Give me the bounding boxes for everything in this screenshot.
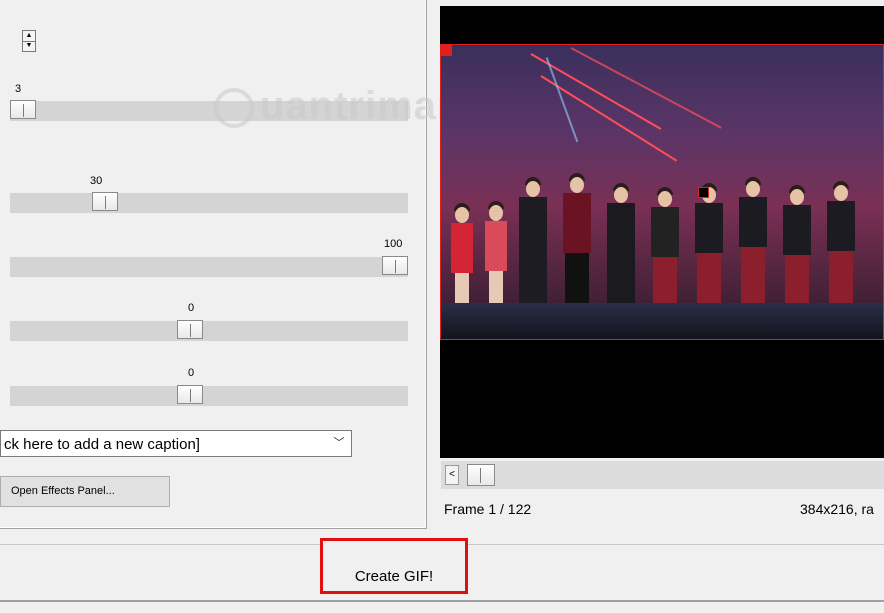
crop-handle-top-left[interactable] (441, 45, 452, 56)
scroll-left-icon[interactable]: < (445, 465, 459, 485)
performer-figure (733, 177, 773, 313)
performer-figure (481, 201, 511, 313)
lightbulb-icon (214, 88, 254, 129)
frame-counter: Frame 1 / 122 (444, 501, 532, 517)
window-bottom-border (0, 600, 884, 602)
slider-4-thumb[interactable] (177, 320, 203, 339)
video-frame-preview[interactable] (440, 44, 884, 340)
frame-scrollbar[interactable]: < (441, 461, 884, 489)
performer-figure (689, 183, 729, 313)
slider-2-track[interactable] (10, 192, 408, 213)
slider-5-thumb[interactable] (177, 385, 203, 404)
slider-1-value: 3 (15, 83, 22, 95)
performer-figure (557, 173, 597, 313)
slider-3-thumb[interactable] (382, 256, 408, 275)
slider-4-track[interactable] (10, 320, 408, 341)
stage-light-beam (540, 75, 678, 162)
slider-1-thumb[interactable] (10, 100, 36, 119)
performer-figure (447, 203, 477, 313)
caption-combobox[interactable]: ck here to add a new caption] ﹀ (0, 430, 352, 457)
dimensions-label: 384x216, ra (800, 501, 874, 517)
slider-5-value: 0 (188, 367, 195, 379)
performer-figure (645, 187, 685, 313)
gif-preview-pane (440, 6, 884, 458)
open-effects-panel-button[interactable]: Open Effects Panel... (0, 476, 170, 507)
crop-handle-center[interactable] (698, 187, 709, 198)
chevron-down-icon[interactable]: ﹀ (329, 433, 349, 454)
slider-2-thumb[interactable] (92, 192, 118, 211)
settings-panel: ▲ ▼ 3 30 100 0 0 ck here to add a new ca… (0, 0, 427, 529)
slider-3-track[interactable] (10, 256, 408, 277)
performer-figure (601, 183, 641, 313)
create-gif-button[interactable]: Create GIF! (320, 538, 468, 594)
stage-audience (441, 303, 883, 339)
performer-figure (821, 181, 861, 313)
performer-figure (513, 177, 553, 313)
performer-figure (777, 185, 817, 313)
slider-5-track[interactable] (10, 385, 408, 406)
caption-combobox-text: ck here to add a new caption] (4, 436, 200, 453)
spinner-down-icon[interactable]: ▼ (23, 41, 35, 51)
frame-scroll-thumb[interactable] (467, 464, 495, 486)
slider-4-value: 0 (188, 302, 195, 314)
numeric-spinner[interactable]: ▲ ▼ (22, 30, 36, 52)
slider-3-value: 100 (384, 238, 403, 250)
slider-2-value: 30 (90, 175, 103, 187)
